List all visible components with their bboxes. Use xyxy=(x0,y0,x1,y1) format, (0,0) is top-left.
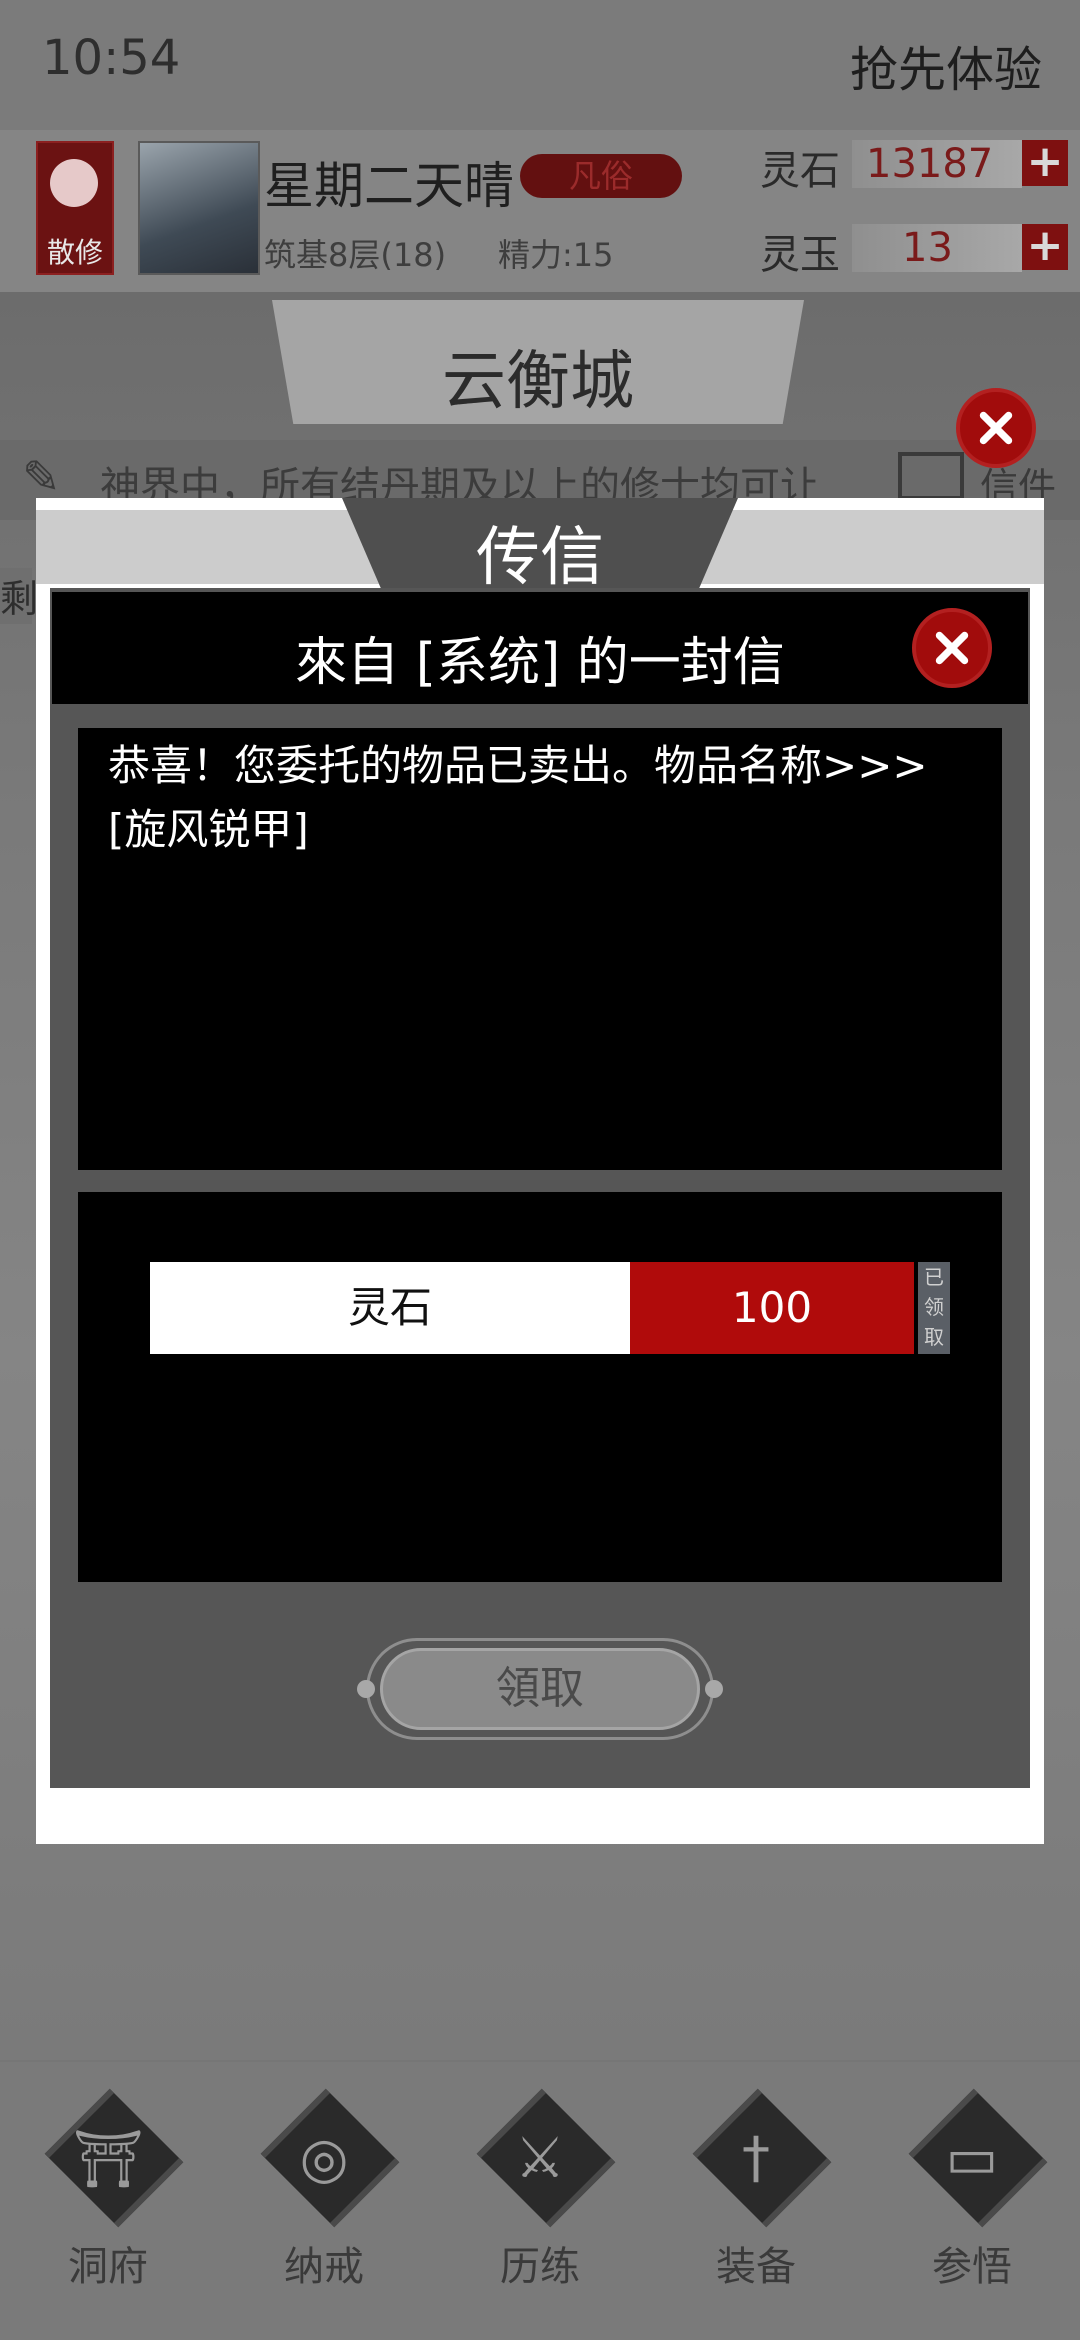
dialog-title: 传信 xyxy=(476,521,604,595)
button-knob-right xyxy=(705,1680,723,1698)
nav-training[interactable]: ⚔ 历练 xyxy=(432,2062,648,2340)
add-spirit-stone-button[interactable]: + xyxy=(1022,140,1068,186)
add-spirit-jade-button[interactable]: + xyxy=(1022,224,1068,270)
button-knob-left xyxy=(357,1680,375,1698)
claim-button[interactable]: 領取 xyxy=(380,1648,700,1730)
spirit-stone-label: 灵石 xyxy=(760,148,840,194)
close-outer-button[interactable] xyxy=(956,388,1036,468)
reward-panel: 灵石 100 已领取 xyxy=(78,1192,1002,1582)
gate-glyph: ⛩ xyxy=(72,2127,144,2192)
nav-storage-ring[interactable]: ◎ 纳戒 xyxy=(216,2062,432,2340)
nav-label: 纳戒 xyxy=(284,2244,364,2290)
early-access-link[interactable]: 抢先体验 xyxy=(850,30,1042,100)
mail-icon[interactable] xyxy=(898,452,964,500)
city-banner: 云衡城 xyxy=(272,300,804,424)
reward-item-amount: 100 xyxy=(630,1262,914,1354)
nav-label: 参悟 xyxy=(932,2244,1012,2290)
close-icon xyxy=(935,631,969,665)
city-name: 云衡城 xyxy=(442,345,634,419)
player-name: 星期二天晴 xyxy=(264,157,514,215)
megaphone-icon: ✎ xyxy=(22,450,61,504)
status-bar: 10:54 抢先体验 xyxy=(0,0,1080,130)
spirit-jade-label: 灵玉 xyxy=(760,232,840,278)
close-letter-button[interactable] xyxy=(912,608,992,688)
clock: 10:54 xyxy=(42,30,181,86)
side-tab-fragment: 剩 xyxy=(0,568,38,624)
rank-badge: 凡俗 xyxy=(520,154,682,198)
nav-label: 洞府 xyxy=(68,2244,148,2290)
spirit-jade-box: 13 xyxy=(852,224,1022,272)
sect-badge[interactable]: 散修 xyxy=(36,141,114,275)
sect-label: 散修 xyxy=(46,236,103,269)
spirit-jade-value: 13 xyxy=(902,225,953,271)
bottom-nav: ⛩ 洞府 ◎ 纳戒 ⚔ 历练 † 装备 ▭ 参悟 xyxy=(0,2062,1080,2340)
lotus-icon xyxy=(50,159,98,207)
nav-label: 装备 xyxy=(716,2244,796,2290)
nav-equipment[interactable]: † 装备 xyxy=(648,2062,864,2340)
message-text: 恭喜！您委托的物品已卖出。物品名称>>>[旋风锐甲] xyxy=(108,741,928,854)
message-panel: 恭喜！您委托的物品已卖出。物品名称>>>[旋风锐甲] xyxy=(78,728,1002,1170)
spirit-stone-box: 13187 xyxy=(852,140,1022,188)
sword-glyph: † xyxy=(742,2126,770,2191)
close-icon xyxy=(979,411,1013,445)
energy-value: 精力:15 xyxy=(498,236,614,274)
nav-comprehension[interactable]: ▭ 参悟 xyxy=(864,2062,1080,2340)
cultivation-realm: 筑基8层(18) xyxy=(264,236,447,274)
nav-cave-dwelling[interactable]: ⛩ 洞府 xyxy=(0,2062,216,2340)
spirit-stone-value: 13187 xyxy=(866,141,994,187)
nav-label: 历练 xyxy=(500,2244,580,2290)
letter-header: 來自 [系统] 的一封信 xyxy=(52,592,1028,704)
dialog-title-tab: 传信 xyxy=(342,498,738,590)
reward-item-name: 灵石 xyxy=(150,1262,630,1354)
crossed-swords-glyph: ⚔ xyxy=(514,2126,566,2191)
claimed-stamp: 已领取 xyxy=(918,1262,950,1354)
letter-title: 來自 [系统] 的一封信 xyxy=(295,633,785,693)
ring-glyph: ◎ xyxy=(299,2126,349,2191)
avatar[interactable] xyxy=(138,141,260,275)
book-glyph: ▭ xyxy=(945,2126,999,2191)
